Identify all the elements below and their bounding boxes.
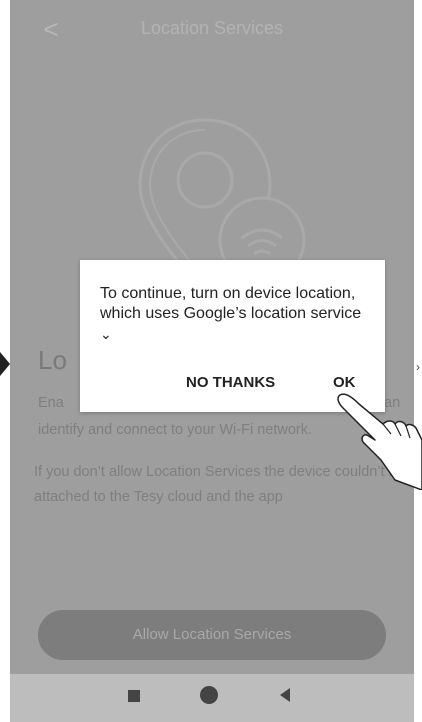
side-arrow-left-icon <box>0 352 10 376</box>
pointing-hand-icon <box>337 393 422 490</box>
top-bar: < Location Services <box>10 0 414 60</box>
chevron-down-icon[interactable]: ⌄ <box>100 326 112 342</box>
description-line: identify and connect to your Wi-Fi netwo… <box>38 422 313 438</box>
description-fragment-start: Ena <box>38 395 64 411</box>
side-mark: › <box>416 360 420 374</box>
triangle-back-icon[interactable] <box>280 688 290 702</box>
allow-location-button[interactable]: Allow Location Services <box>38 610 386 660</box>
circle-icon[interactable] <box>200 686 218 704</box>
phone-screen: < Location Services Lo Ena an identify a… <box>10 0 414 722</box>
dialog-message-text: To continue, turn on device location, wh… <box>100 285 362 322</box>
section-heading: Lo <box>38 345 67 375</box>
system-nav-bar <box>10 674 414 722</box>
no-thanks-button[interactable]: NO THANKS <box>186 374 275 391</box>
page-title: Location Services <box>140 18 284 38</box>
dialog-message: To continue, turn on device location, wh… <box>100 284 370 345</box>
square-icon[interactable] <box>128 690 140 702</box>
